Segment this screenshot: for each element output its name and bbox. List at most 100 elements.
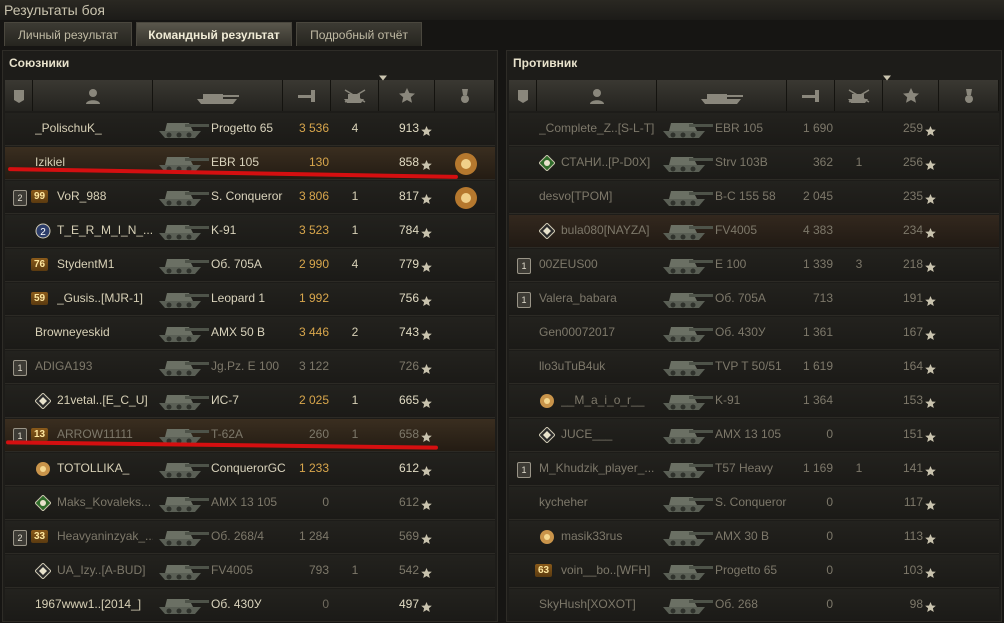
enemies-medal-column[interactable] xyxy=(939,80,999,111)
player-name[interactable]: _Complete_Z..[S-L-T] xyxy=(539,113,657,144)
tank-image-icon xyxy=(155,115,211,142)
kills-value: 1 xyxy=(855,155,863,169)
player-name[interactable]: СТАНИ..[P-D0X] xyxy=(561,147,657,178)
star-icon xyxy=(925,294,936,312)
allies-medal-column[interactable] xyxy=(435,80,495,111)
allies-damage-column[interactable] xyxy=(283,80,331,111)
player-row[interactable]: bula080[NAYZA] FV4005 4 383 234 xyxy=(509,215,999,248)
player-name[interactable]: VoR_988 xyxy=(57,181,153,212)
allies-player-column[interactable] xyxy=(33,80,153,111)
xp-value: 98 xyxy=(909,597,923,611)
vehicle-name: TVP T 50/51 xyxy=(715,359,782,373)
player-row[interactable]: _PolischuK_ Progetto 65 3 536 4 913 xyxy=(5,113,495,146)
player-name[interactable]: Izikiel xyxy=(35,147,153,178)
player-row[interactable]: 76 StydentM1 Об. 705А 2 990 4 779 xyxy=(5,249,495,282)
player-name[interactable]: _PolischuK_ xyxy=(35,113,153,144)
allies-xp-column[interactable] xyxy=(379,75,435,111)
player-row[interactable]: 2 T_E_R_M_I_N_... K-91 3 523 1 784 xyxy=(5,215,495,248)
enemies-xp-column[interactable] xyxy=(883,75,939,111)
player-name[interactable]: bula080[NAYZA] xyxy=(561,215,657,246)
enemies-damage-column[interactable] xyxy=(787,80,835,111)
player-name[interactable]: T_E_R_M_I_N_... xyxy=(57,215,153,246)
damage-value: 1 339 xyxy=(802,257,833,271)
player-row[interactable]: masik33rus AMX 30 B 0 113 xyxy=(509,521,999,554)
player-name[interactable]: UA_Izy..[A-BUD] xyxy=(57,555,153,586)
enemies-kills-column[interactable] xyxy=(835,80,883,111)
player-name[interactable]: _Gusis..[MJR-1] xyxy=(57,283,153,314)
player-row[interactable]: 1967www1..[2014_] Об. 430У 0 497 xyxy=(5,589,495,622)
enemies-player-column[interactable] xyxy=(537,80,657,111)
player-row[interactable]: 63 voin__bo..[WFH] Progetto 65 0 103 xyxy=(509,555,999,588)
player-name[interactable]: kycheher xyxy=(539,487,657,518)
xp-value: 612 xyxy=(398,461,419,475)
damage-value: 4 383 xyxy=(802,223,833,237)
player-name[interactable]: desvo[TPOM] xyxy=(539,181,657,212)
player-name[interactable]: voin__bo..[WFH] xyxy=(561,555,657,586)
xp-value: 218 xyxy=(902,257,923,271)
damage-value: 1 169 xyxy=(802,461,833,475)
vehicle-name: Progetto 65 xyxy=(715,563,778,577)
player-name[interactable]: 21vetal..[E_C_U] xyxy=(57,385,153,416)
player-row[interactable]: 1 00ZEUS00 E 100 1 339 3 218 xyxy=(509,249,999,282)
tank-image-icon xyxy=(659,489,715,516)
kills-value: 4 xyxy=(351,121,359,135)
platoon-badge: 2 xyxy=(13,190,27,206)
player-row[interactable]: 1 ADIGA193 Jg.Pz. E 100 3 122 726 xyxy=(5,351,495,384)
player-row[interactable]: 1 Valera_babara Об. 705А 713 191 xyxy=(509,283,999,316)
player-row[interactable]: _Complete_Z..[S-L-T] EBR 105 1 690 259 xyxy=(509,113,999,146)
player-row[interactable]: kycheher S. Conqueror 0 117 xyxy=(509,487,999,520)
tab-personal-result[interactable]: Личный результат xyxy=(4,22,132,46)
vehicle-name: AMX 13 105 xyxy=(211,495,278,509)
player-row[interactable]: llo3uTuB4uk TVP T 50/51 1 619 164 xyxy=(509,351,999,384)
xp-value: 164 xyxy=(902,359,923,373)
star-icon xyxy=(421,498,432,516)
player-row[interactable]: 2 99 VoR_988 S. Conqueror 3 806 1 817 xyxy=(5,181,495,214)
player-row[interactable]: JUCE___ AMX 13 105 0 151 xyxy=(509,419,999,452)
player-name[interactable]: masik33rus xyxy=(561,521,657,552)
enemies-platoon-column[interactable] xyxy=(509,80,537,111)
allies-vehicle-column[interactable] xyxy=(153,80,283,111)
damage-value: 1 364 xyxy=(802,393,833,407)
player-row[interactable]: Gen00072017 Об. 430У 1 361 167 xyxy=(509,317,999,350)
diamond-emblem-icon xyxy=(538,222,556,240)
player-name[interactable]: Maks_Kovaleks... xyxy=(57,487,153,518)
allies-title: Союзники xyxy=(9,56,70,70)
player-name[interactable]: TOTOLLIKA_ xyxy=(57,453,153,484)
player-name[interactable]: Gen00072017 xyxy=(539,317,657,348)
player-name[interactable]: JUCE___ xyxy=(561,419,657,450)
player-name[interactable]: llo3uTuB4uk xyxy=(539,351,657,382)
player-row[interactable]: 21vetal..[E_C_U] ИС-7 2 025 1 665 xyxy=(5,385,495,418)
player-row[interactable]: 1 M_Khudzik_player_... T57 Heavy 1 169 1 141 xyxy=(509,453,999,486)
xp-value: 779 xyxy=(398,257,419,271)
player-name[interactable]: ADIGA193 xyxy=(35,351,153,382)
player-name[interactable]: 1967www1..[2014_] xyxy=(35,589,153,620)
player-name[interactable]: 00ZEUS00 xyxy=(539,249,657,280)
player-name[interactable]: M_Khudzik_player_... xyxy=(539,453,657,484)
tab-team-result[interactable]: Командный результат xyxy=(136,22,292,46)
tab-detailed-report[interactable]: Подробный отчёт xyxy=(296,22,422,46)
player-name[interactable]: Browneyeskid xyxy=(35,317,153,348)
player-row[interactable]: Maks_Kovaleks... AMX 13 105 0 612 xyxy=(5,487,495,520)
tank-image-icon xyxy=(155,217,211,244)
player-name[interactable]: Heavyaninzyak_... xyxy=(57,521,153,552)
allies-kills-column[interactable] xyxy=(331,80,379,111)
player-row[interactable]: desvo[TPOM] B-C 155 58 2 045 235 xyxy=(509,181,999,214)
player-row[interactable]: 59 _Gusis..[MJR-1] Leopard 1 1 992 756 xyxy=(5,283,495,316)
player-name[interactable]: __M_a_i_o_r__ xyxy=(561,385,657,416)
damage-value: 1 233 xyxy=(298,461,329,475)
allies-platoon-column[interactable] xyxy=(5,80,33,111)
player-row[interactable]: 2 33 Heavyaninzyak_... Об. 268/4 1 284 569 xyxy=(5,521,495,554)
player-name[interactable]: Valera_babara xyxy=(539,283,657,314)
player-row[interactable]: SkyHush[XOXOT] Об. 268 0 98 xyxy=(509,589,999,622)
damage-value: 3 536 xyxy=(298,121,329,135)
tank-image-icon xyxy=(155,523,211,550)
player-name[interactable]: SkyHush[XOXOT] xyxy=(539,589,657,620)
player-row[interactable]: UA_Izy..[A-BUD] FV4005 793 1 542 xyxy=(5,555,495,588)
player-row[interactable]: СТАНИ..[P-D0X] Strv 103B 362 1 256 xyxy=(509,147,999,180)
player-row[interactable]: TOTOLLIKA_ ConquerorGC 1 233 612 xyxy=(5,453,495,486)
enemies-vehicle-column[interactable] xyxy=(657,80,787,111)
xp-value: 259 xyxy=(902,121,923,135)
player-row[interactable]: Browneyeskid AMX 50 B 3 446 2 743 xyxy=(5,317,495,350)
player-name[interactable]: StydentM1 xyxy=(57,249,153,280)
player-row[interactable]: __M_a_i_o_r__ K-91 1 364 153 xyxy=(509,385,999,418)
